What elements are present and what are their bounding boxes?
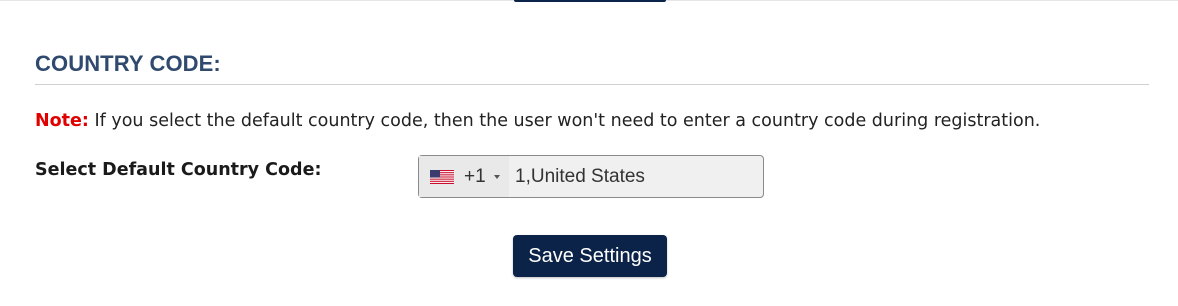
us-flag-icon bbox=[430, 169, 454, 184]
save-settings-button[interactable]: Save Settings bbox=[513, 235, 667, 277]
country-code-value: 1,United States bbox=[515, 165, 645, 187]
default-country-code-label: Select Default Country Code: bbox=[35, 160, 322, 180]
note-text: Note: If you select the default country … bbox=[35, 111, 1040, 131]
default-country-code-field[interactable]: +1 1,United States bbox=[418, 155, 764, 198]
country-code-settings-page: COUNTRY CODE: Note: If you select the de… bbox=[0, 0, 1178, 306]
section-title: COUNTRY CODE: bbox=[35, 51, 221, 76]
chevron-down-icon bbox=[493, 174, 500, 179]
previous-section-button-edge bbox=[514, 0, 666, 2]
section-divider bbox=[35, 84, 1149, 85]
country-dial-code-dropdown[interactable]: +1 bbox=[419, 156, 509, 197]
note-body: If you select the default country code, … bbox=[88, 111, 1041, 131]
note-label: Note: bbox=[35, 111, 89, 131]
dial-code: +1 bbox=[464, 165, 486, 187]
